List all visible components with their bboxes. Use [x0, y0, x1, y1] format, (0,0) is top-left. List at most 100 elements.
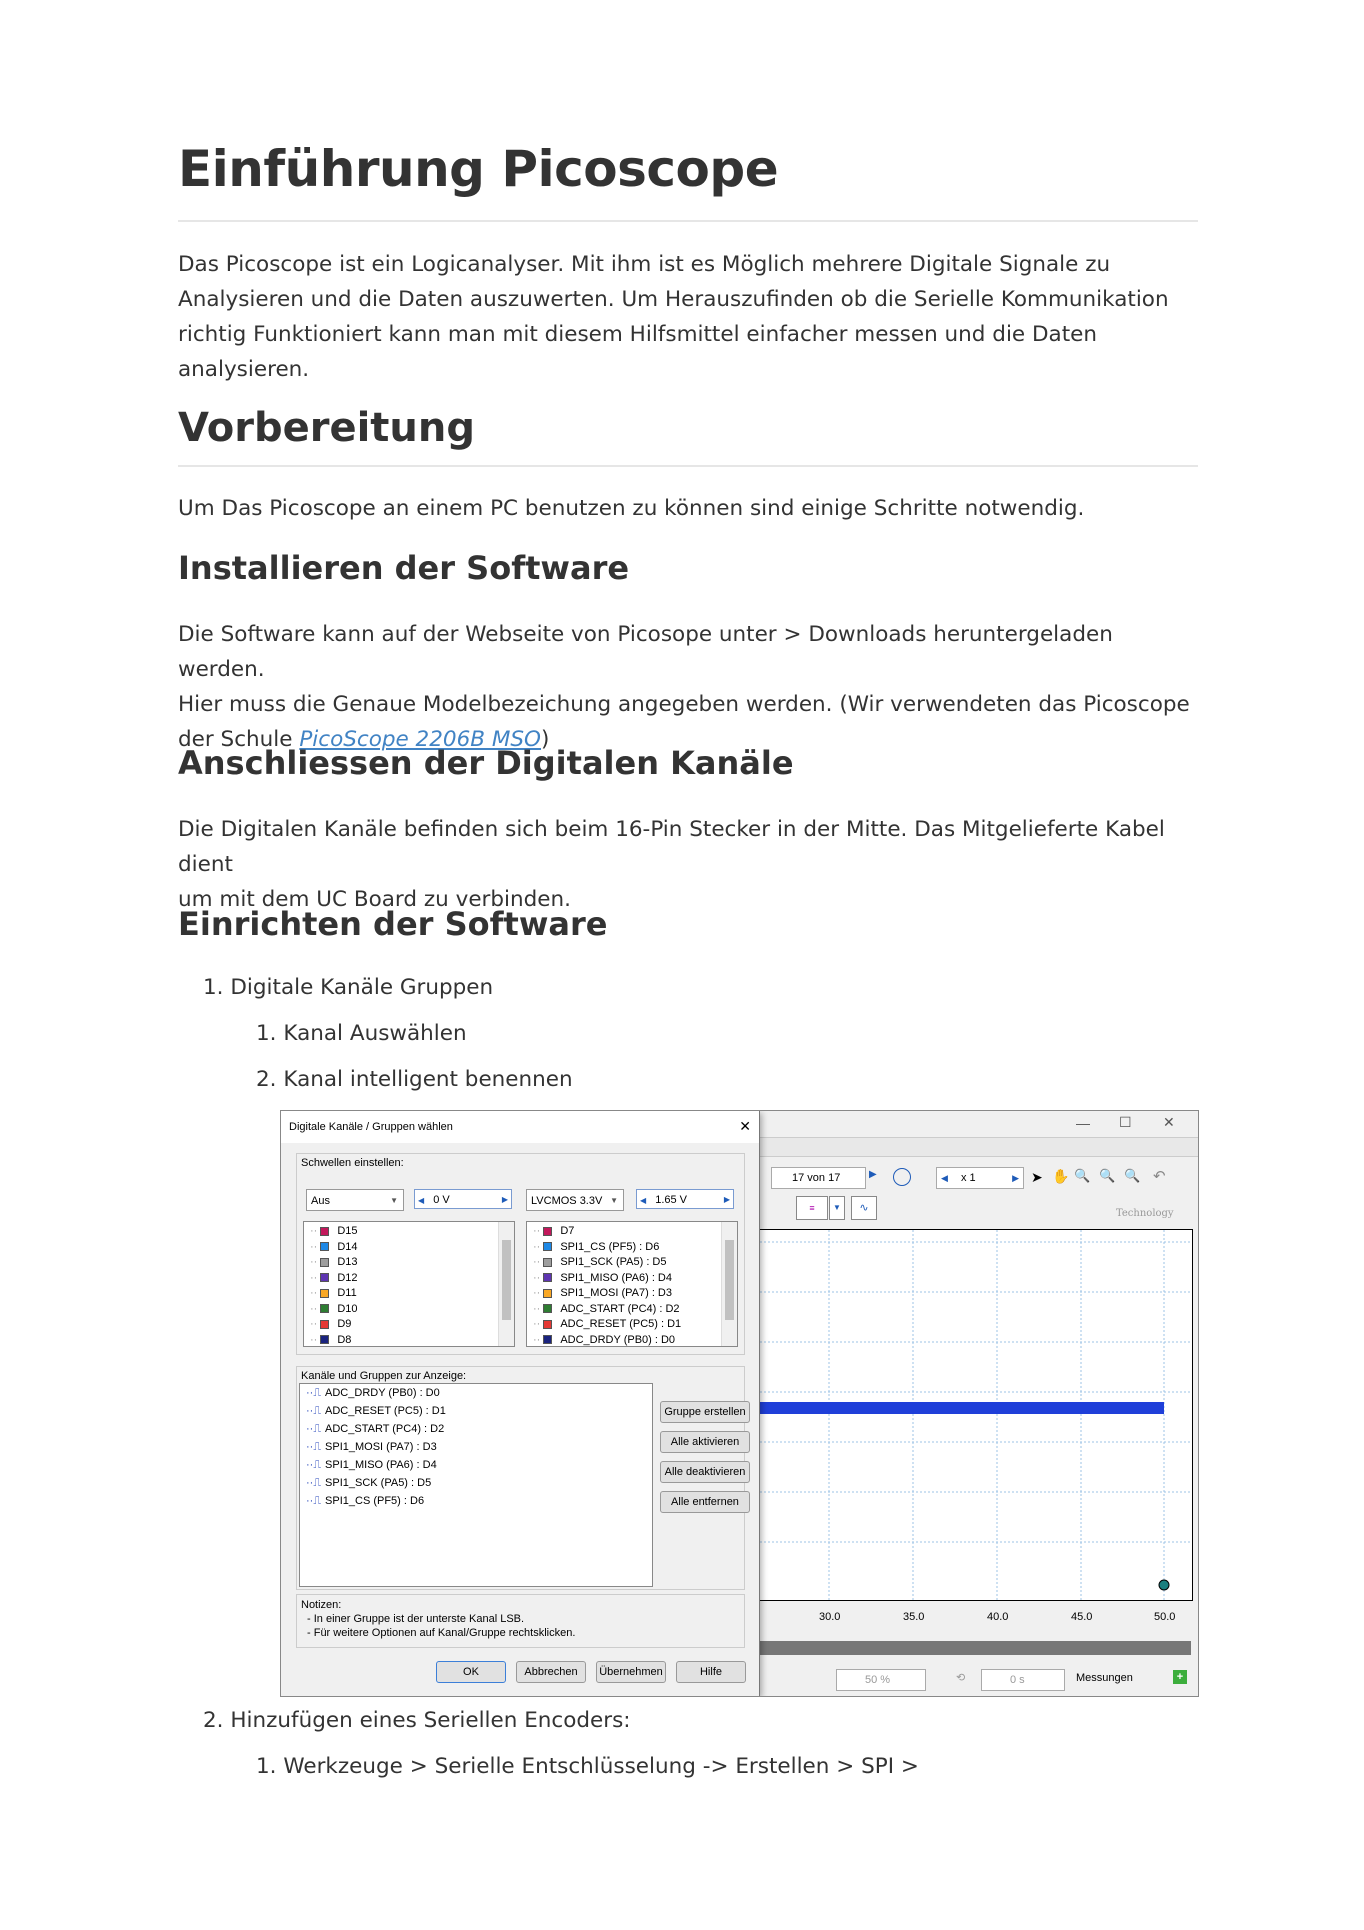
group-item-label: ADC_RESET (PC5) : D1: [325, 1405, 446, 1417]
serial-decode-icon[interactable]: ≡: [796, 1196, 828, 1220]
right-arrow-icon[interactable]: ▶: [724, 1190, 730, 1210]
channel-label: SPI1_MOSI (PA7) : D3: [560, 1287, 672, 1299]
channel-list-item[interactable]: ·· D15: [310, 1225, 358, 1237]
channel-list-right[interactable]: ·· D7 ·· SPI1_CS (PF5) : D6 ·· SPI1_SCK (PA5)…: [526, 1221, 738, 1347]
channel-list-item[interactable]: ·· SPI1_MOSI (PA7) : D3: [533, 1287, 672, 1299]
combo-value: LVCMOS 3.3V: [531, 1195, 603, 1207]
group-list-item[interactable]: ··⎍ ADC_START (PC4) : D2: [306, 1423, 444, 1436]
group-list-item[interactable]: ··⎍ ADC_RESET (PC5) : D1: [306, 1405, 446, 1418]
channel-list-item[interactable]: ·· D10: [310, 1303, 358, 1315]
zoom-selector[interactable]: ◀ x 1 ▶: [936, 1167, 1024, 1189]
measurements-label[interactable]: Messungen: [1076, 1672, 1133, 1684]
minimize-icon[interactable]: —: [1076, 1115, 1090, 1131]
threshold-left-combo[interactable]: Aus ▼: [306, 1189, 404, 1211]
channel-list-item[interactable]: ·· D12: [310, 1272, 358, 1284]
channel-list-item[interactable]: ·· ADC_DRDY (PB0) : D0: [533, 1334, 675, 1346]
capture-counter[interactable]: 17 von 17: [771, 1167, 866, 1189]
channel-list-item[interactable]: ·· D14: [310, 1241, 358, 1253]
group-list-item[interactable]: ··⎍ SPI1_MISO (PA6) : D4: [306, 1459, 437, 1472]
ruler-handle[interactable]: [1158, 1579, 1170, 1591]
channel-list-item[interactable]: ·· SPI1_SCK (PA5) : D5: [533, 1256, 667, 1268]
channel-list-item[interactable]: ·· SPI1_MISO (PA6) : D4: [533, 1272, 672, 1284]
channel-color-swatch: [543, 1335, 553, 1345]
text-line: Hier muss die Genaue Modelbezeichung ang…: [178, 692, 1190, 717]
close-icon[interactable]: ✕: [1163, 1114, 1175, 1131]
channel-color-swatch: [543, 1319, 553, 1329]
list-item: 1. Kanal Auswählen: [256, 1021, 467, 1046]
channel-list-item[interactable]: ·· D11: [310, 1287, 357, 1299]
x-tick-label: 35.0: [903, 1611, 925, 1623]
group-list-item[interactable]: ··⎍ SPI1_CS (PF5) : D6: [306, 1495, 424, 1508]
channel-color-swatch: [320, 1226, 330, 1236]
apply-button[interactable]: Übernehmen: [596, 1661, 666, 1683]
digital-channel-icon: ··⎍: [306, 1477, 322, 1489]
text-line: Die Software kann auf der Webseite von P…: [178, 622, 1113, 682]
group-item-label: SPI1_MISO (PA6) : D4: [325, 1459, 437, 1471]
hand-tool-icon[interactable]: ✋: [1052, 1168, 1069, 1185]
left-arrow-icon[interactable]: ◀: [418, 1196, 424, 1205]
group-item-label: SPI1_MOSI (PA7) : D3: [325, 1441, 437, 1453]
channel-list-item[interactable]: ·· ADC_START (PC4) : D2: [533, 1303, 680, 1315]
ok-button[interactable]: OK: [436, 1661, 506, 1683]
group-list-item[interactable]: ··⎍ SPI1_MOSI (PA7) : D3: [306, 1441, 437, 1454]
time-offset-field[interactable]: 0 s: [981, 1669, 1065, 1691]
right-arrow-icon[interactable]: ▶: [502, 1190, 508, 1210]
channel-list-item[interactable]: ·· D8: [310, 1334, 351, 1346]
channel-list-left[interactable]: ·· D15 ·· D14 ·· D13 ·· D12 ·· D11 ·· D10 ·· D9 ·· D8: [303, 1221, 515, 1347]
trigger-icon[interactable]: ⟲: [956, 1671, 965, 1684]
threshold-right-combo[interactable]: LVCMOS 3.3V ▼: [526, 1189, 624, 1211]
scope-plot-area[interactable]: [759, 1229, 1193, 1601]
zoom-tool-icon[interactable]: 🔍: [1074, 1168, 1090, 1184]
scrollbar-thumb[interactable]: [725, 1240, 734, 1320]
remove-all-button[interactable]: Alle entfernen: [660, 1491, 750, 1513]
compass-icon[interactable]: [893, 1168, 911, 1186]
group-item-label: ADC_START (PC4) : D2: [325, 1423, 445, 1435]
chevron-down-icon: ▼: [390, 1196, 398, 1205]
x-tick-label: 30.0: [819, 1611, 841, 1623]
channel-list-item[interactable]: ·· D9: [310, 1318, 351, 1330]
close-icon[interactable]: ✕: [739, 1118, 751, 1135]
list-item: 1. Digitale Kanäle Gruppen: [203, 975, 494, 1000]
scope-plot-svg: [760, 1230, 1192, 1600]
left-arrow-icon[interactable]: ◀: [640, 1196, 646, 1205]
channel-label: ADC_RESET (PC5) : D1: [560, 1318, 682, 1330]
next-arrow-icon[interactable]: ▶: [869, 1169, 877, 1180]
math-channel-icon[interactable]: ∿: [851, 1196, 877, 1220]
channel-list-item[interactable]: ·· D7: [533, 1225, 574, 1237]
zoom-out-icon[interactable]: 🔍: [1124, 1168, 1140, 1184]
channel-label: ADC_DRDY (PB0) : D0: [560, 1333, 676, 1346]
channel-list-item[interactable]: ·· SPI1_CS (PF5) : D6: [533, 1241, 659, 1253]
threshold-right-voltage[interactable]: ◀ 1.65 V ▶: [636, 1189, 734, 1209]
horizontal-scrollbar[interactable]: [759, 1641, 1191, 1655]
group-list-item[interactable]: ··⎍ SPI1_SCK (PA5) : D5: [306, 1477, 431, 1490]
dropdown-arrow-icon[interactable]: ▼: [829, 1196, 845, 1220]
group-item-label: SPI1_CS (PF5) : D6: [325, 1495, 425, 1507]
group-list-item[interactable]: ··⎍ ADC_DRDY (PB0) : D0: [306, 1387, 440, 1400]
add-measurement-icon[interactable]: +: [1173, 1670, 1187, 1684]
create-group-button[interactable]: Gruppe erstellen: [660, 1401, 750, 1423]
vertical-scrollbar[interactable]: [721, 1222, 737, 1346]
vertical-scrollbar[interactable]: [498, 1222, 514, 1346]
x-tick-label: 40.0: [987, 1611, 1009, 1623]
scrollbar-thumb[interactable]: [502, 1240, 511, 1320]
channel-label: D12: [337, 1271, 358, 1284]
group-list[interactable]: ··⎍ ADC_DRDY (PB0) : D0 ··⎍ ADC_RESET (PC5)…: [299, 1383, 653, 1587]
channel-list-item[interactable]: ·· ADC_RESET (PC5) : D1: [533, 1318, 681, 1330]
digital-channel-icon: ··⎍: [306, 1423, 322, 1435]
enable-all-button[interactable]: Alle aktivieren: [660, 1431, 750, 1453]
left-arrow-icon[interactable]: ◀: [941, 1173, 948, 1183]
zoom-percent-field[interactable]: 50 %: [836, 1669, 926, 1691]
pointer-tool-icon[interactable]: ➤: [1031, 1169, 1043, 1186]
help-button[interactable]: Hilfe: [676, 1661, 746, 1683]
undo-zoom-icon[interactable]: ↶: [1153, 1167, 1166, 1185]
threshold-left-voltage[interactable]: ◀ 0 V ▶: [414, 1189, 512, 1209]
zoom-in-icon[interactable]: 🔍: [1099, 1168, 1115, 1184]
channel-color-swatch: [320, 1273, 330, 1283]
cancel-button[interactable]: Abbrechen: [516, 1661, 586, 1683]
channel-color-swatch: [320, 1257, 330, 1267]
channel-list-item[interactable]: ·· D13: [310, 1256, 358, 1268]
right-arrow-icon[interactable]: ▶: [1012, 1168, 1019, 1188]
intro-line: analysieren.: [178, 357, 310, 382]
maximize-icon[interactable]: ☐: [1119, 1114, 1132, 1131]
disable-all-button[interactable]: Alle deaktivieren: [660, 1461, 750, 1483]
